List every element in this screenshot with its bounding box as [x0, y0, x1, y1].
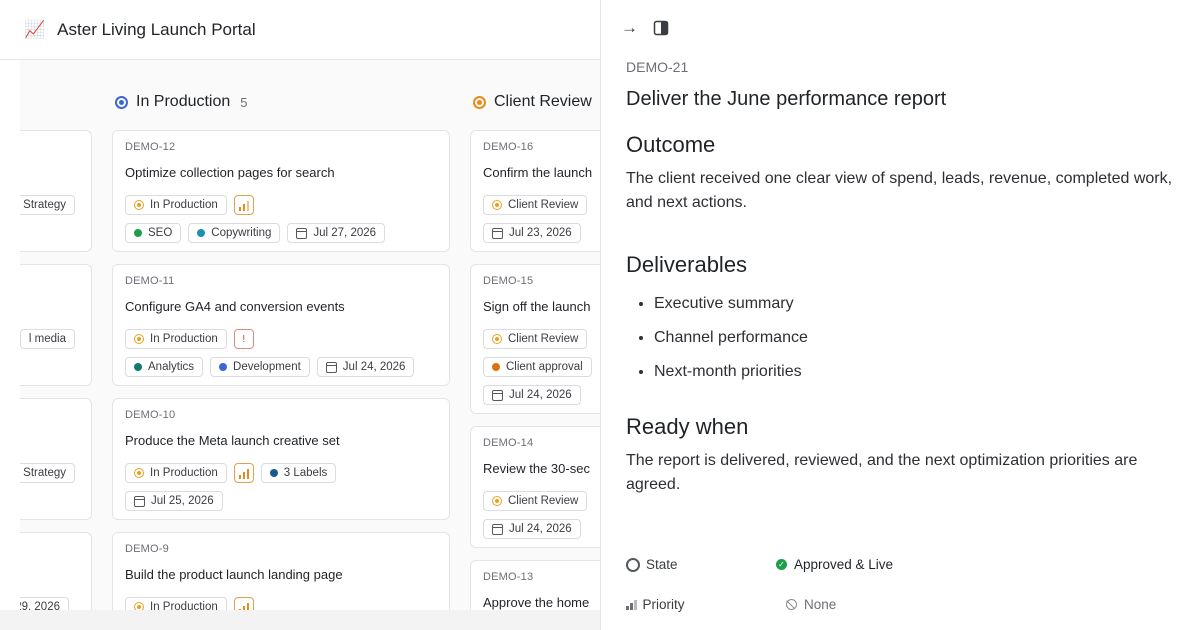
label-dot	[197, 229, 206, 237]
calendar-icon	[296, 227, 308, 239]
list-item: Executive summary	[654, 292, 808, 326]
state-chip[interactable]: In Production	[125, 329, 227, 349]
app-title: Aster Living Launch Portal	[57, 19, 256, 39]
deliverables-heading: Deliverables	[626, 252, 748, 277]
client-review-icon	[492, 496, 502, 506]
due-date-chip[interactable]: Jul 24, 2026	[316, 357, 415, 377]
state-chip[interactable]: Client Review	[483, 329, 588, 349]
in-production-icon	[134, 468, 144, 478]
issue-title: Produce the Meta launch creative set	[125, 433, 340, 448]
priority-icon[interactable]	[233, 463, 254, 483]
list-item: Next-month priorities	[654, 360, 808, 394]
column-header-client-review[interactable]: Client Review	[473, 90, 592, 114]
state-chip[interactable]: In Production	[125, 195, 227, 215]
label-chip: Strategy	[14, 463, 75, 483]
issue-title: Confirm the launch	[483, 165, 593, 180]
priority-icon[interactable]	[233, 195, 254, 215]
issue-title: Sign off the launch	[483, 299, 591, 314]
outcome-heading: Outcome	[626, 132, 716, 157]
issue-title: Configure GA4 and conversion events	[125, 299, 345, 314]
issue-id: DEMO-9	[125, 543, 169, 555]
state-chip[interactable]: Client Review	[483, 195, 588, 215]
state-chip[interactable]: In Production	[125, 463, 227, 483]
in-production-status-icon	[115, 95, 128, 109]
label-chip: l media	[19, 329, 75, 349]
label-dot	[134, 363, 142, 371]
label-chip-analytics[interactable]: Analytics	[125, 357, 204, 377]
priority-bars-icon	[626, 599, 637, 610]
label-dot	[492, 363, 500, 371]
label-chip: Strategy	[14, 195, 75, 215]
issue-id: DEMO-14	[483, 437, 534, 449]
urgent-priority-icon[interactable]: !	[233, 329, 254, 349]
issue-id: DEMO-15	[483, 275, 534, 287]
calendar-icon	[492, 523, 503, 535]
board-card-demo-10[interactable]: DEMO-10 Produce the Meta launch creative…	[112, 398, 450, 520]
issue-id: DEMO-13	[483, 571, 534, 583]
app-header: 📈 Aster Living Launch Portal	[0, 0, 600, 60]
list-item: Channel performance	[654, 326, 808, 360]
issue-title: Approve the home	[483, 595, 590, 610]
state-property-value[interactable]: ✓ Approved & Live	[776, 557, 893, 572]
label-chip-copywriting[interactable]: Copywriting	[188, 223, 281, 243]
ready-when-text: The report is delivered, reviewed, and t…	[626, 452, 1138, 493]
state-icon	[626, 557, 640, 572]
issue-id: DEMO-11	[125, 275, 175, 287]
issue-id: DEMO-16	[483, 141, 534, 153]
issue-title: Optimize collection pages for search	[125, 165, 335, 180]
due-date-chip[interactable]: Jul 23, 2026	[483, 223, 581, 243]
column-title: In Production	[136, 93, 231, 110]
issue-detail-panel: → DEMO-21 Deliver the June performance r…	[600, 0, 1200, 630]
check-circle-icon: ✓	[776, 559, 787, 570]
sidebar-toggle-icon[interactable]	[653, 20, 669, 41]
due-date-chip[interactable]: Jul 27, 2026	[287, 223, 386, 243]
column-header-in-production[interactable]: In Production 5	[115, 90, 248, 114]
issue-id: DEMO-21	[626, 59, 689, 75]
in-production-icon	[134, 200, 144, 210]
in-production-icon	[134, 334, 144, 344]
ready-when-heading: Ready when	[626, 414, 749, 439]
client-review-status-icon	[473, 95, 486, 109]
chart-increasing-icon: 📈	[24, 19, 46, 39]
label-dot	[219, 363, 228, 371]
label-chip-development[interactable]: Development	[210, 357, 310, 377]
client-review-icon	[492, 200, 502, 210]
calendar-icon	[134, 495, 145, 507]
label-chip-multiple[interactable]: 3 Labels	[260, 463, 337, 483]
issue-title: Build the product launch landing page	[125, 567, 343, 582]
label-dot	[134, 229, 142, 237]
board-card-demo-11[interactable]: DEMO-11 Configure GA4 and conversion eve…	[112, 264, 450, 386]
label-dot	[269, 469, 278, 477]
issue-title: Review the 30-sec	[483, 461, 590, 476]
column-count: 5	[240, 94, 248, 110]
outcome-text: The client received one clear view of sp…	[626, 170, 1173, 211]
due-date-chip[interactable]: Jul 24, 2026	[483, 385, 581, 405]
calendar-icon	[492, 389, 503, 401]
issue-title[interactable]: Deliver the June performance report	[626, 88, 946, 111]
due-date-chip[interactable]: Jul 25, 2026	[125, 491, 223, 511]
no-priority-icon	[786, 599, 797, 610]
column-title: Client Review	[494, 93, 592, 110]
label-chip-seo[interactable]: SEO	[125, 223, 182, 243]
client-review-icon	[492, 334, 502, 344]
due-date-chip[interactable]: Jul 24, 2026	[483, 519, 581, 539]
issue-id: DEMO-12	[125, 141, 176, 153]
issue-id: DEMO-10	[125, 409, 176, 421]
deliverables-list: Executive summary Channel performance Ne…	[654, 292, 808, 394]
board-card-demo-12[interactable]: DEMO-12 Optimize collection pages for se…	[112, 130, 450, 252]
horizontal-scrollbar[interactable]	[0, 610, 600, 630]
state-chip[interactable]: Client Review	[483, 491, 588, 511]
calendar-icon	[325, 361, 337, 373]
label-chip-client-approval[interactable]: Client approval	[483, 357, 592, 377]
calendar-icon	[492, 227, 503, 239]
arrow-right-icon[interactable]: →	[621, 18, 638, 38]
state-property-label: State	[626, 557, 678, 572]
priority-property-label: Priority	[626, 597, 685, 612]
priority-property-value[interactable]: None	[786, 597, 836, 612]
